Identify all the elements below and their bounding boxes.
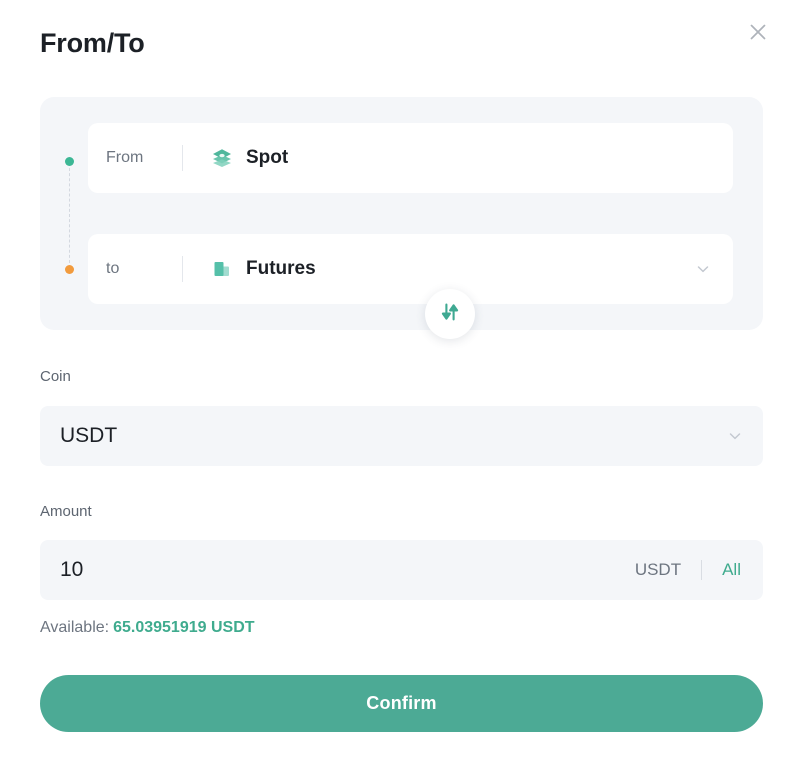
to-value: Futures — [246, 258, 316, 279]
available-balance: Available: 65.03951919 USDT — [40, 619, 255, 637]
from-to-card: From Spot to Futures — [40, 97, 763, 339]
coin-select[interactable]: USDT — [40, 406, 763, 466]
timeline-dot-from — [65, 157, 74, 166]
from-label: From — [106, 149, 144, 166]
available-label: Available: — [40, 619, 110, 636]
page-title: From/To — [40, 28, 145, 58]
swap-vertical-arrows-icon — [439, 301, 461, 328]
amount-field[interactable]: 10 USDT All — [40, 540, 763, 600]
from-value: Spot — [246, 147, 289, 168]
close-icon — [748, 22, 768, 42]
bar-chart-icon — [209, 256, 235, 282]
close-button[interactable] — [744, 18, 772, 46]
suffix-divider — [701, 560, 703, 580]
chevron-down-icon[interactable] — [695, 261, 711, 277]
to-label: to — [106, 260, 120, 277]
amount-suffix: USDT All — [635, 560, 741, 580]
swap-direction-button[interactable] — [425, 289, 475, 339]
from-account-row[interactable]: From Spot — [88, 123, 733, 193]
amount-input[interactable]: 10 — [60, 558, 83, 582]
amount-label: Amount — [40, 503, 92, 520]
row-divider — [182, 145, 183, 171]
timeline-dot-to — [65, 265, 74, 274]
transfer-timeline — [65, 157, 77, 274]
all-button[interactable]: All — [722, 560, 741, 580]
timeline-dotted-line — [69, 168, 70, 263]
transfer-dialog: From/To From Spot to Futures Coin USDT A… — [0, 0, 800, 768]
available-value: 65.03951919 USDT — [113, 619, 255, 636]
row-divider — [182, 256, 183, 282]
coin-label: Coin — [40, 368, 71, 385]
amount-unit: USDT — [634, 560, 682, 579]
coin-value: USDT — [60, 424, 118, 447]
chevron-down-icon[interactable] — [727, 428, 743, 444]
confirm-button[interactable]: Confirm — [40, 675, 763, 732]
to-account-row[interactable]: to Futures — [88, 234, 733, 304]
layers-icon — [209, 145, 235, 171]
